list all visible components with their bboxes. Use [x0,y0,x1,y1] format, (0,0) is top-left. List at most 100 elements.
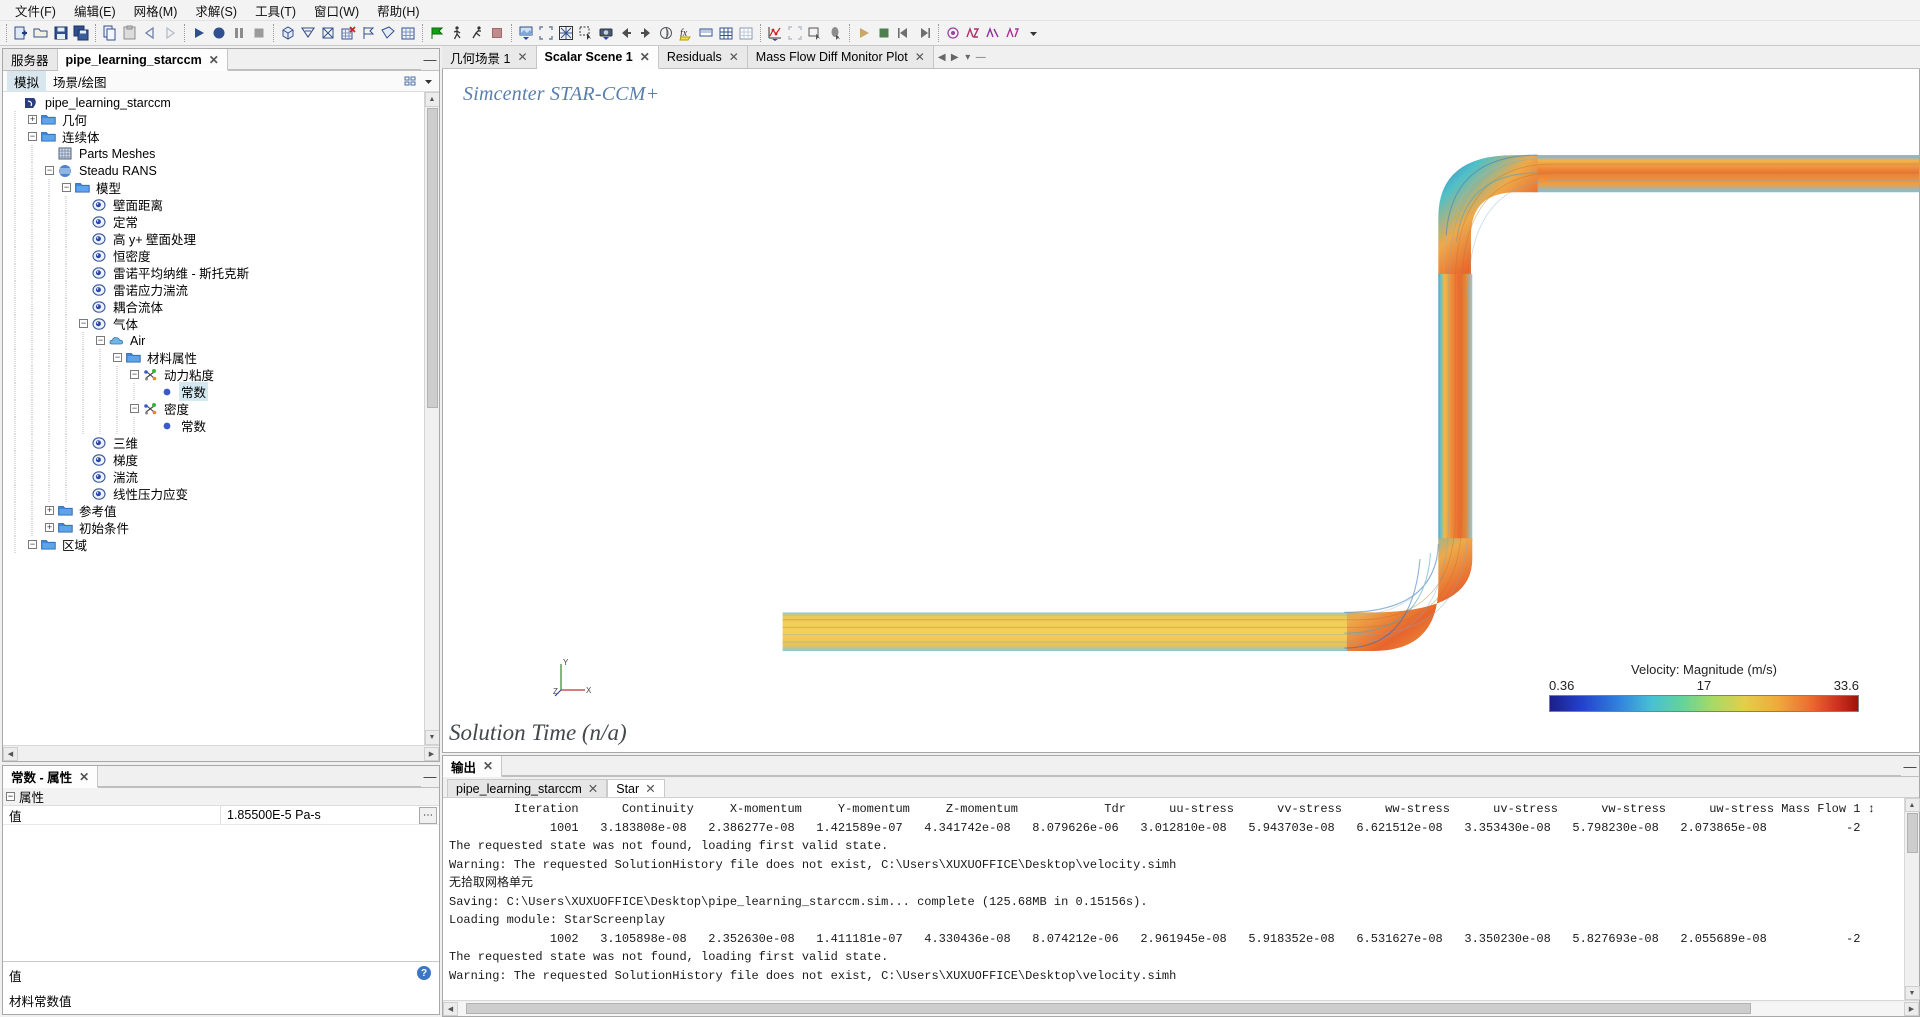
menu-help[interactable]: 帮助(H) [368,0,428,22]
tree-item[interactable]: − Air [3,332,424,349]
tab-server[interactable]: 服务器 [3,49,58,70]
scroll-down-arrow-icon[interactable]: ▼ [1904,986,1920,1000]
clear-mesh-icon[interactable] [318,23,338,44]
collapse-icon[interactable]: − [130,404,139,413]
tree-item[interactable]: 雷诺平均纳维 - 斯托克斯 [3,264,424,281]
record-anim-icon[interactable] [943,23,963,44]
tab-simulation[interactable]: pipe_learning_starccm ✕ [57,49,228,71]
scroll-thumb[interactable] [426,108,438,408]
menu-mesh[interactable]: 网格(M) [125,0,187,22]
note-red-icon[interactable] [963,23,983,44]
colorbar-icon[interactable] [696,23,716,44]
paste-icon[interactable] [120,23,140,44]
redo-icon[interactable] [160,23,180,44]
field-function-icon[interactable]: fx [676,23,696,44]
note-green-icon[interactable] [1003,23,1023,44]
note-blue-icon[interactable] [983,23,1003,44]
generate-volume-mesh-icon[interactable] [278,23,298,44]
new-plot-icon[interactable] [765,23,785,44]
tab-residuals[interactable]: Residuals ✕ [658,46,748,68]
tree-item[interactable]: pipe_learning_starccm [3,94,424,111]
plot-probe-icon[interactable] [825,23,845,44]
tree-horizontal-scrollbar[interactable]: ◀ ▶ [3,745,439,761]
collapse-icon[interactable]: − [28,132,37,141]
tree-item[interactable]: − 区域 [3,536,424,553]
open-simulation-icon[interactable] [31,23,51,44]
collapse-icon[interactable]: − [62,183,71,192]
expand-icon[interactable]: + [28,115,37,124]
output-console[interactable]: Iteration Continuity X-momentum Y-moment… [443,798,1904,1000]
minimize-scene-icon[interactable]: — [976,52,986,63]
scroll-right-arrow-icon[interactable]: ▶ [424,746,439,761]
save-all-icon[interactable] [71,23,91,44]
minimize-properties-icon[interactable]: — [421,766,439,787]
scroll-up-arrow-icon[interactable]: ▲ [424,92,439,107]
tree-filter-icon[interactable] [403,74,418,89]
scroll-thumb[interactable] [466,1002,1751,1014]
play-anim-icon[interactable] [854,23,874,44]
scroll-right-arrow-icon[interactable]: ▶ [1904,1001,1919,1016]
close-icon[interactable]: ✕ [645,781,655,796]
console-vertical-scrollbar[interactable]: ▲ ▼ [1904,798,1920,1000]
collapse-icon[interactable]: − [79,319,88,328]
new-scene-icon[interactable] [516,23,536,44]
initialize-solution-icon[interactable] [427,23,447,44]
tree-item[interactable]: − 密度 [3,400,424,417]
tree-item[interactable]: 梯度 [3,451,424,468]
tree-item[interactable]: + 参考值 [3,502,424,519]
tab-constant-properties[interactable]: 常数 - 属性 ✕ [3,766,99,788]
plot-fit-icon[interactable] [785,23,805,44]
save-image-icon[interactable] [596,23,616,44]
minimize-output-icon[interactable]: — [1901,756,1919,776]
collapse-icon[interactable]: − [6,792,15,801]
close-icon[interactable]: ✕ [517,50,527,64]
tab-geometry-scene-1[interactable]: 几何场景 1 ✕ [442,46,537,68]
stop-solid-icon[interactable] [487,23,507,44]
collapse-icon[interactable]: − [28,540,37,549]
plot-select-icon[interactable] [805,23,825,44]
minimize-explorer-icon[interactable]: — [421,49,439,70]
help-icon[interactable]: ? [417,966,431,980]
tree-item[interactable]: − Steadu RANS [3,162,424,179]
tree-item[interactable]: 耦合流体 [3,298,424,315]
tree-item[interactable]: 雷诺应力湍流 [3,281,424,298]
tree-item[interactable]: 三维 [3,434,424,451]
expand-icon[interactable]: + [45,523,54,532]
close-icon[interactable]: ✕ [483,759,493,773]
tree-item[interactable]: 线性压力应变 [3,485,424,502]
flag-outline-icon[interactable] [358,23,378,44]
scroll-left-arrow-icon[interactable]: ◀ [3,746,18,761]
out-tab-star[interactable]: Star ✕ [607,779,665,797]
tree-item[interactable]: 壁面距离 [3,196,424,213]
tree-item[interactable]: − 气体 [3,315,424,332]
tree-vertical-scrollbar[interactable]: ▲ ▼ [424,92,439,745]
tree-item[interactable]: 常数 [3,382,424,401]
collapse-icon[interactable]: − [45,166,54,175]
tree-item[interactable]: − 连续体 [3,128,424,145]
fit-view-icon[interactable] [536,23,556,44]
property-row-value[interactable]: 值 1.85500E-5 Pa-s ⋯ [3,805,439,825]
prev-frame-icon[interactable] [894,23,914,44]
menu-file[interactable]: 文件(F) [6,0,65,22]
tree-item[interactable]: 高 y+ 壁面处理 [3,230,424,247]
tree-item[interactable]: 常数 [3,417,424,434]
rubber-band-select-icon[interactable] [576,23,596,44]
next-frame-icon[interactable] [914,23,934,44]
dropdown-arrow-icon[interactable] [1023,23,1043,44]
legend-colorbar[interactable] [1549,695,1859,712]
collapse-icon[interactable]: − [96,336,105,345]
scalar-scene-view[interactable]: Simcenter STAR-CCM+ Solution Time (n/a) … [442,69,1920,753]
scroll-down-arrow-icon[interactable]: ▼ [424,730,439,745]
color-legend[interactable]: Velocity: Magnitude (m/s) 0.36 17 33.6 [1549,662,1859,712]
new-simulation-icon[interactable] [11,23,31,44]
collapse-icon[interactable]: − [130,370,139,379]
clip-plane-icon[interactable] [656,23,676,44]
tab-list-icon[interactable]: ▾ [963,52,973,63]
tree-item[interactable]: 定常 [3,213,424,230]
close-icon[interactable]: ✕ [588,781,598,796]
out-tab-simulation[interactable]: pipe_learning_starccm ✕ [447,779,608,797]
next-tab-icon[interactable]: ▶ [950,52,960,63]
chevron-down-icon[interactable] [421,74,436,89]
close-icon[interactable]: ✕ [79,770,89,784]
next-view-icon[interactable] [636,23,656,44]
